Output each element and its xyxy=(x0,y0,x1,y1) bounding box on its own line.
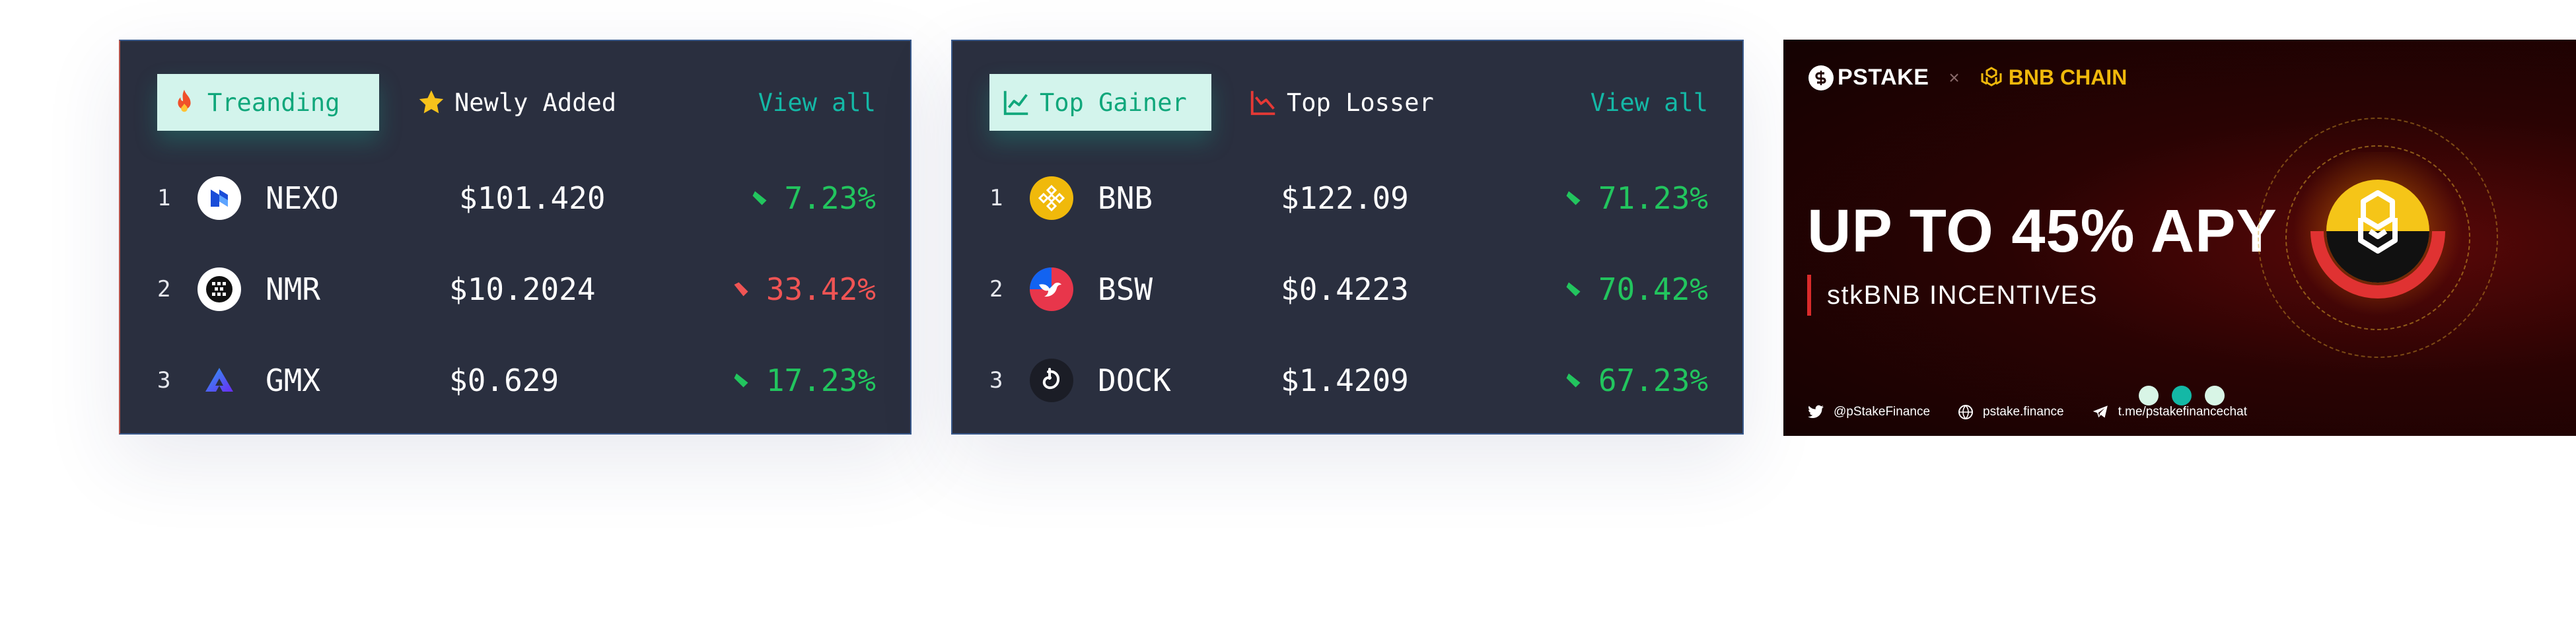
coin-row[interactable]: 3 DOCK $1.4209 67.23% xyxy=(952,354,1742,407)
tab-newly-added-label: Newly Added xyxy=(454,88,617,117)
coin-change-value: 7.23% xyxy=(784,180,876,216)
website-link[interactable]: pstake.finance xyxy=(1958,404,2064,420)
chart-up-icon xyxy=(1003,90,1028,116)
coin-change: 17.23% xyxy=(732,354,876,407)
numeraire-logo-icon xyxy=(197,267,241,311)
promo-banner[interactable]: PSTAKE × BNB CHAIN UP TO 45% APY stkBNB … xyxy=(1783,40,2576,436)
coin-change-value: 17.23% xyxy=(766,363,876,398)
trend-down-icon xyxy=(734,282,748,297)
trending-coins-card: Treanding Newly Added View all 1 NEXO $1… xyxy=(119,40,912,435)
view-all-link[interactable]: View all xyxy=(758,74,876,131)
telegram-link[interactable]: t.me/pstakefinancechat xyxy=(2092,405,2247,419)
coin-row[interactable]: 1 NEXO $101.420 7.23% xyxy=(120,172,910,225)
coin-rank: 1 xyxy=(157,185,171,211)
coin-price: $0.4223 xyxy=(1281,271,1409,307)
fire-icon xyxy=(178,89,191,112)
carousel-dot[interactable] xyxy=(2139,386,2159,405)
bnb-logo-icon xyxy=(1030,176,1073,220)
banner-socials: @pStakeFinance pstake.finance t.me/pstak… xyxy=(1807,404,2275,420)
trending-tabs: Treanding Newly Added View all xyxy=(157,74,876,131)
dock-logo-icon xyxy=(1030,359,1073,402)
trend-up-icon xyxy=(734,373,748,388)
tab-newly-added[interactable]: Newly Added xyxy=(416,74,616,131)
coin-rank: 2 xyxy=(157,276,171,302)
coin-change: 71.23% xyxy=(1564,172,1708,225)
coin-change-value: 67.23% xyxy=(1598,363,1708,398)
tab-top-loser-label: Top Losser xyxy=(1287,88,1434,117)
coin-row[interactable]: 1 BNB $122.09 71.23% xyxy=(952,172,1742,225)
biswap-logo-icon xyxy=(1030,267,1073,311)
coin-price: $10.2024 xyxy=(449,271,596,307)
pstake-brand-text: PSTAKE xyxy=(1838,65,1929,90)
coin-change: 7.23% xyxy=(750,172,876,225)
gainers-tabs: Top Gainer Top Losser View all xyxy=(989,74,1708,131)
trend-up-icon xyxy=(1566,373,1581,388)
star-icon xyxy=(419,90,444,114)
coin-symbol: NMR xyxy=(266,271,321,307)
twitter-icon xyxy=(1808,405,1824,419)
chart-down-icon xyxy=(1250,90,1275,116)
coin-rank: 3 xyxy=(989,367,1003,394)
coin-change: 67.23% xyxy=(1564,354,1708,407)
banner-headline: UP TO 45% APY xyxy=(1807,197,2277,265)
banner-logos: PSTAKE × BNB CHAIN xyxy=(1808,65,2127,90)
gmx-logo-icon xyxy=(205,368,233,392)
trend-up-icon xyxy=(752,191,767,205)
tab-trending-label: Treanding xyxy=(207,88,340,117)
coin-row[interactable]: 2 NMR $10.2024 33.42% xyxy=(120,263,910,316)
coin-symbol: NEXO xyxy=(266,180,339,216)
coin-price: $101.420 xyxy=(459,180,606,216)
coin-symbol: BNB xyxy=(1098,180,1153,216)
coin-symbol: GMX xyxy=(266,363,321,398)
coin-rank: 1 xyxy=(989,185,1003,211)
stkbnb-coin-icon xyxy=(2293,152,2462,316)
website-link-text: pstake.finance xyxy=(1983,405,2064,419)
coin-change-value: 70.42% xyxy=(1598,271,1708,307)
coin-rank: 3 xyxy=(157,367,171,394)
coin-change-value: 71.23% xyxy=(1598,180,1708,216)
coin-symbol: DOCK xyxy=(1098,363,1171,398)
carousel-dot[interactable] xyxy=(2205,386,2225,405)
tab-top-loser[interactable]: Top Losser xyxy=(1248,74,1434,131)
logo-separator: × xyxy=(1949,67,1960,88)
globe-icon xyxy=(1958,404,1974,420)
telegram-icon xyxy=(2093,405,2108,418)
coin-rank: 2 xyxy=(989,276,1003,302)
carousel-dots xyxy=(2139,386,2238,405)
twitter-handle-text: @pStakeFinance xyxy=(1834,405,1931,419)
carousel-dot-active[interactable] xyxy=(2172,386,2192,405)
top-gainers-card: Top Gainer Top Losser View all 1 BNB $12… xyxy=(951,40,1744,435)
coin-symbol: BSW xyxy=(1098,271,1153,307)
coin-change: 70.42% xyxy=(1564,263,1708,316)
tab-top-gainer-label: Top Gainer xyxy=(1040,88,1187,117)
banner-subline: stkBNB INCENTIVES xyxy=(1807,275,2098,316)
twitter-handle[interactable]: @pStakeFinance xyxy=(1807,405,1930,419)
view-all-link[interactable]: View all xyxy=(1591,74,1708,131)
telegram-link-text: t.me/pstakefinancechat xyxy=(2118,405,2247,419)
coin-change: 33.42% xyxy=(732,263,876,316)
bnb-chain-logo-icon xyxy=(1981,66,2002,87)
trend-up-icon xyxy=(1566,191,1581,205)
coin-row[interactable]: 3 GMX $0.629 17.23% xyxy=(120,354,910,407)
tab-top-gainer[interactable]: Top Gainer xyxy=(989,74,1211,131)
coin-change-value: 33.42% xyxy=(766,271,876,307)
nexo-logo-icon xyxy=(197,176,241,220)
coin-price: $122.09 xyxy=(1281,180,1409,216)
coin-row[interactable]: 2 BSW $0.4223 70.42% xyxy=(952,263,1742,316)
pstake-logo-icon xyxy=(1808,65,1834,90)
coin-price: $0.629 xyxy=(449,363,559,398)
trend-up-icon xyxy=(1566,282,1581,297)
bnb-chain-text: BNB CHAIN xyxy=(2008,65,2128,89)
tab-trending[interactable]: Treanding xyxy=(157,74,379,131)
coin-price: $1.4209 xyxy=(1281,363,1409,398)
